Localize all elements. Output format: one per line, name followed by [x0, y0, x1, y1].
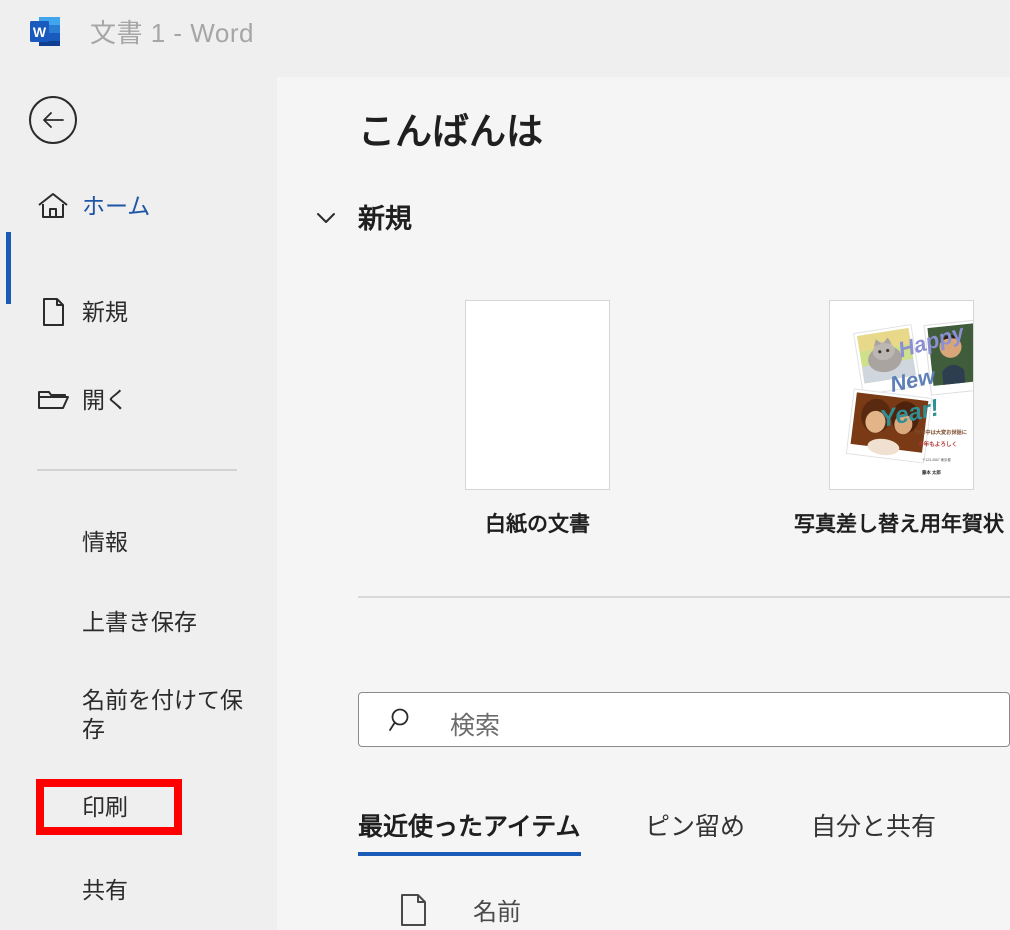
- sidebar-item-label: 開く: [82, 386, 128, 413]
- recent-list-header: 名前: [358, 892, 521, 927]
- sidebar-item-save[interactable]: 上書き保存: [0, 594, 277, 650]
- open-folder-icon: [36, 383, 70, 417]
- sidebar-item-label: 共有: [82, 876, 128, 903]
- sidebar-item-label: 新規: [82, 298, 128, 325]
- sidebar-item-share[interactable]: 共有: [0, 862, 277, 918]
- nenga-card-art: Happy New Year! 昨年中は大変お世話に 今年もよろしく 〒123-…: [830, 301, 973, 489]
- document-icon: [399, 893, 429, 927]
- back-button[interactable]: [29, 96, 77, 144]
- sidebar-divider: [37, 469, 237, 471]
- template-caption: 白紙の文書: [485, 513, 590, 536]
- chevron-down-icon[interactable]: [313, 205, 339, 231]
- sidebar-item-info[interactable]: 情報: [0, 514, 277, 570]
- search-icon: [387, 706, 417, 736]
- sidebar-item-label: ホーム: [82, 192, 151, 219]
- tab-shared-with-me[interactable]: 自分と共有: [811, 807, 936, 852]
- search-placeholder: 検索: [450, 712, 501, 740]
- backstage-main-panel: こんばんは 新規 白紙の文書 Happy New Year! 昨年中は大変お世話…: [277, 77, 1010, 930]
- sidebar-item-new[interactable]: 新規: [0, 284, 277, 340]
- word-app-icon: W: [29, 15, 62, 48]
- section-divider: [358, 596, 1010, 598]
- backstage-sidebar: ホーム 新規 開く 情報 上書き保存 名前を付けて保存 印刷 共有: [0, 62, 277, 930]
- template-caption: 写真差し替え用年賀状: [794, 513, 1004, 536]
- svg-text:〒123-4567 東京都: 〒123-4567 東京都: [922, 457, 951, 462]
- template-thumbnail: [465, 300, 610, 490]
- search-input[interactable]: 検索: [358, 692, 1010, 747]
- new-section-title: 新規: [358, 204, 412, 234]
- title-bar: W 文書 1 - Word: [0, 0, 1010, 62]
- template-card-blank-document[interactable]: 白紙の文書: [465, 300, 610, 536]
- svg-text:昨年中は大変お世話に: 昨年中は大変お世話に: [915, 428, 967, 436]
- template-card-nenga-photo[interactable]: Happy New Year! 昨年中は大変お世話に 今年もよろしく 〒123-…: [794, 300, 1004, 536]
- sidebar-item-label: 名前を付けて保存: [82, 687, 243, 742]
- sidebar-item-label: 情報: [82, 528, 128, 555]
- sidebar-item-open[interactable]: 開く: [0, 372, 277, 428]
- arrow-left-icon: [43, 112, 64, 128]
- tab-recent[interactable]: 最近使ったアイテム: [358, 807, 581, 856]
- sidebar-item-print[interactable]: 印刷: [0, 779, 277, 835]
- window-title: 文書 1 - Word: [90, 18, 254, 48]
- sidebar-item-label: 印刷: [82, 793, 128, 820]
- svg-text:今年もよろしく: 今年もよろしく: [918, 440, 957, 448]
- column-header-name: 名前: [473, 899, 521, 926]
- tab-pinned[interactable]: ピン留め: [645, 807, 745, 852]
- svg-text:W: W: [33, 24, 47, 40]
- svg-text:藤本 太郎: 藤本 太郎: [922, 469, 941, 476]
- new-document-icon: [36, 295, 70, 329]
- sidebar-item-save-as[interactable]: 名前を付けて保存: [0, 672, 277, 747]
- sidebar-item-home[interactable]: ホーム: [0, 178, 277, 234]
- home-icon: [36, 189, 70, 223]
- sidebar-item-label: 上書き保存: [82, 608, 197, 635]
- greeting-heading: こんばんは: [358, 111, 543, 152]
- word-backstage-window: W 文書 1 - Word ホーム 新規 開く 情報 上書き保存 名前を付けて保…: [0, 0, 1010, 930]
- template-thumbnail: Happy New Year! 昨年中は大変お世話に 今年もよろしく 〒123-…: [829, 300, 974, 490]
